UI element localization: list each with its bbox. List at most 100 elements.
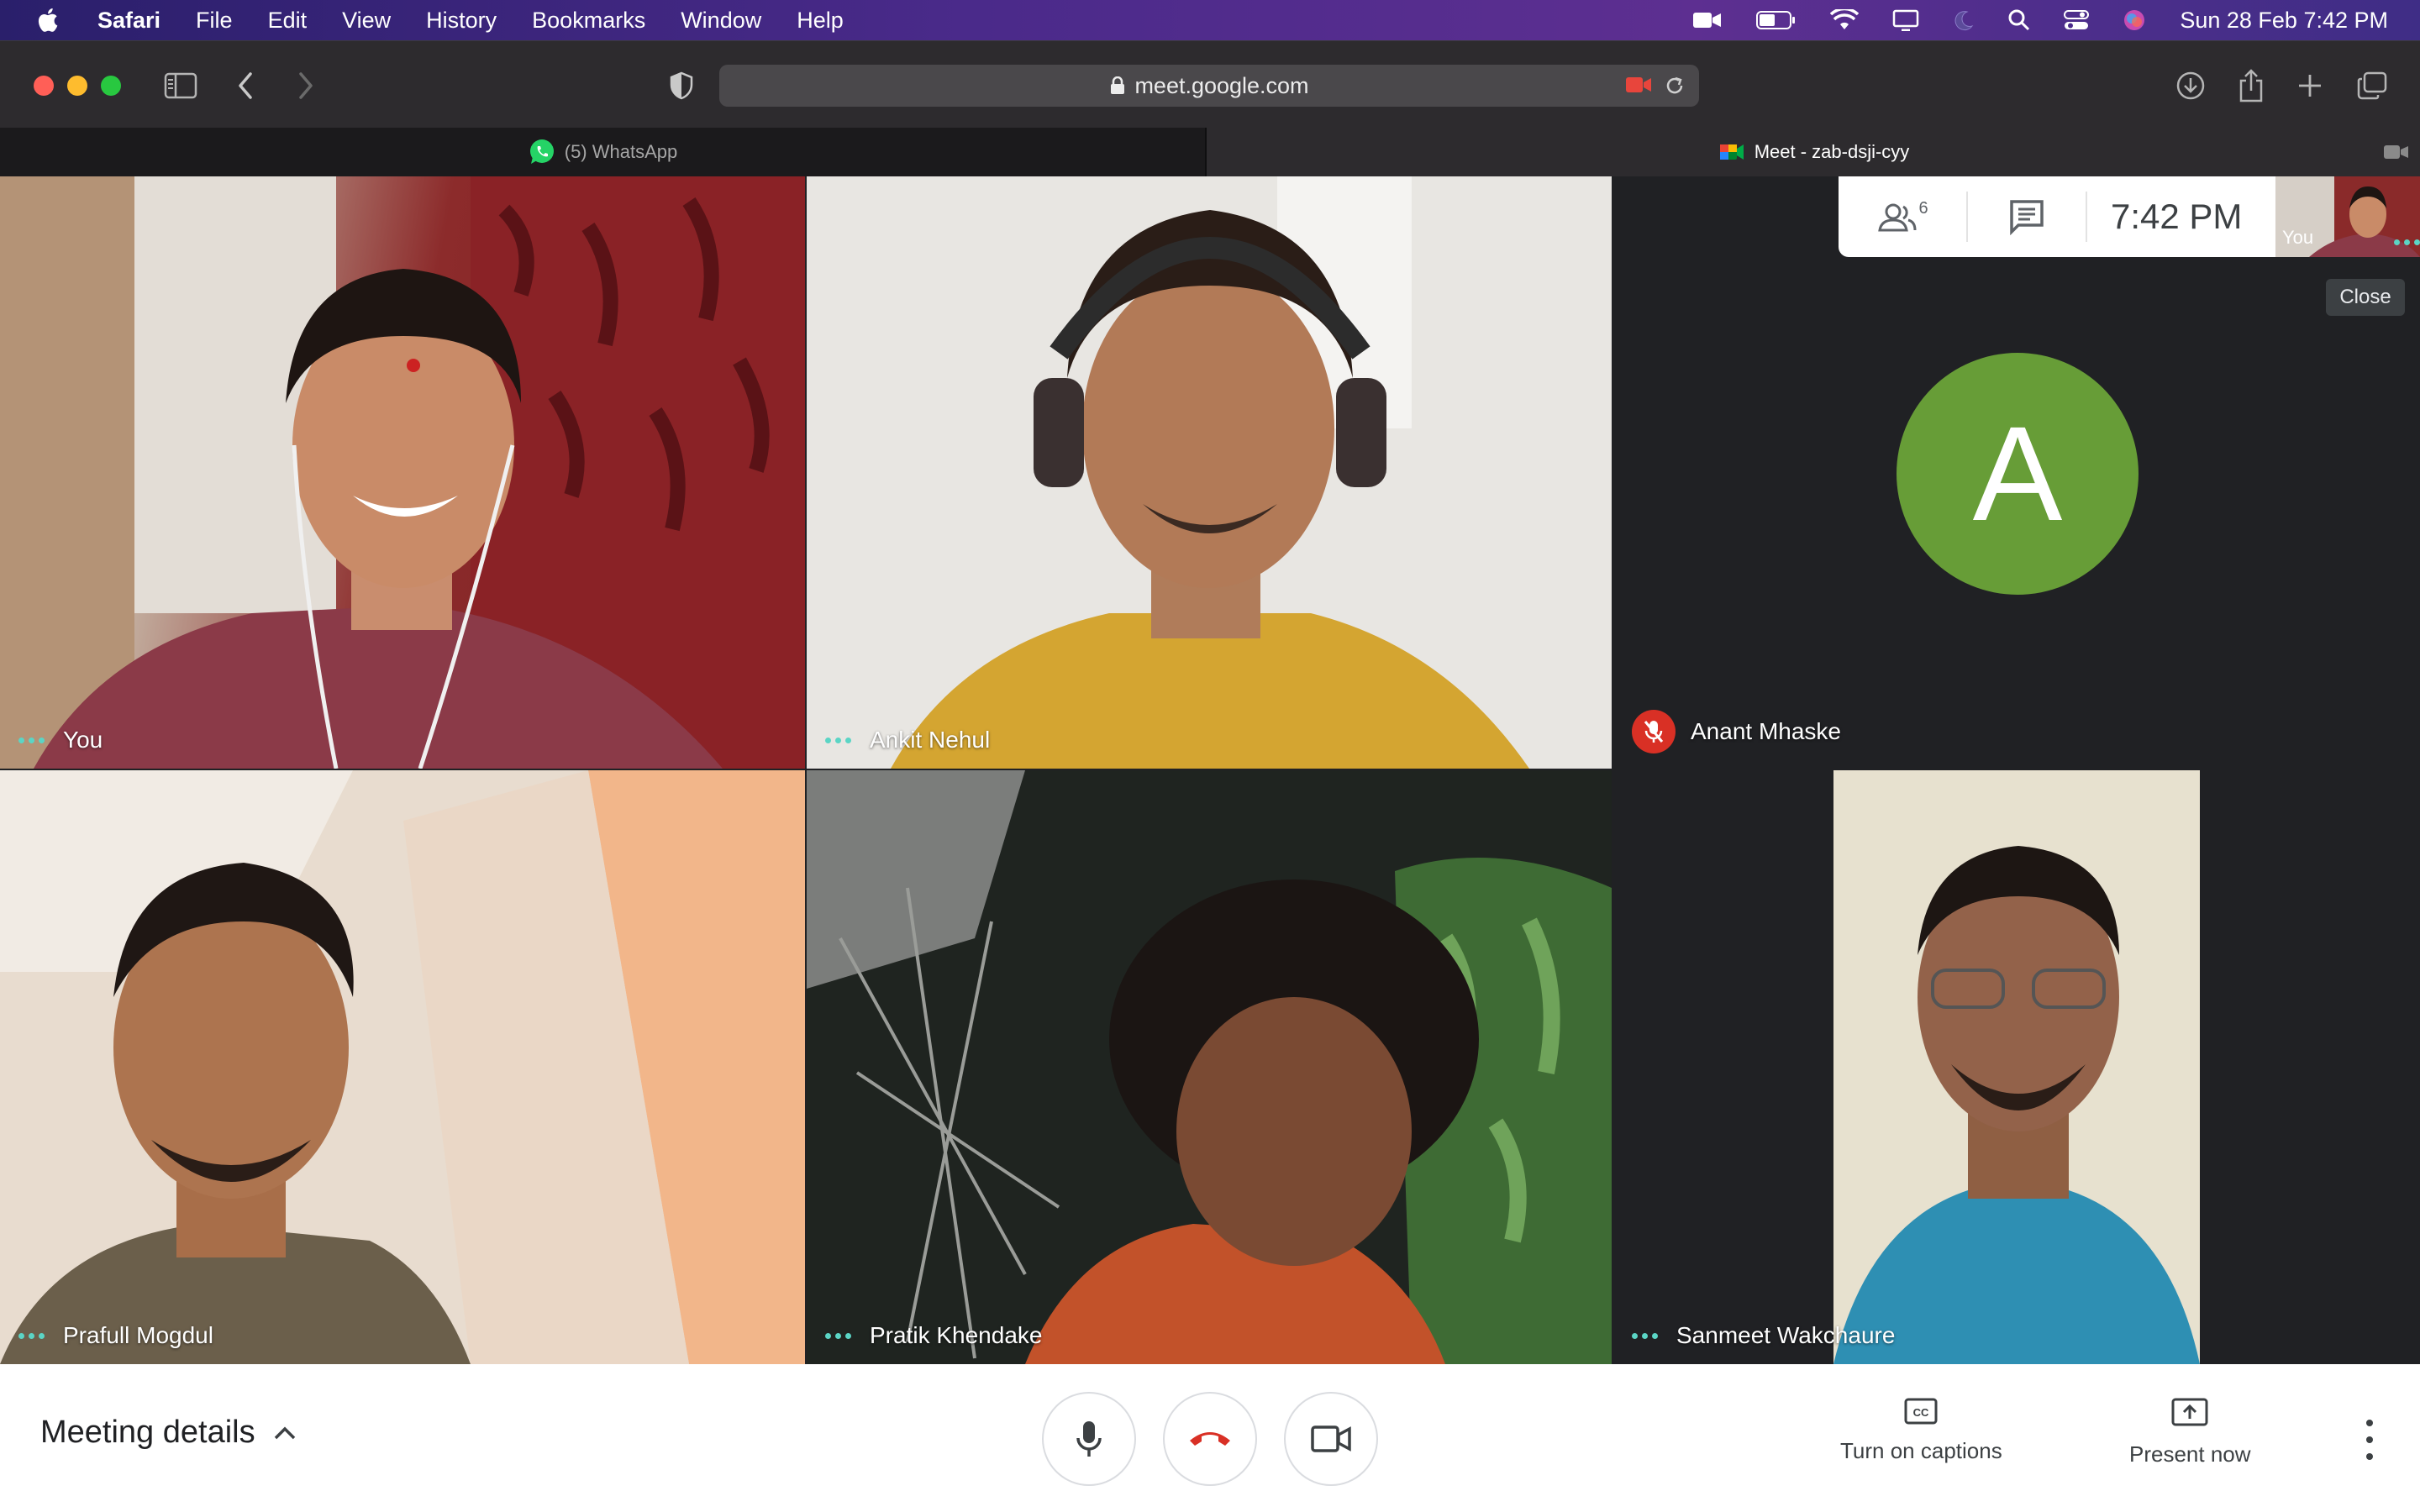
more-options-icon[interactable] (18, 1332, 45, 1339)
screen-mirror-icon[interactable] (1892, 9, 1919, 31)
menu-history[interactable]: History (426, 8, 497, 34)
participant-label: Pratik Khendake (825, 1322, 1042, 1349)
meeting-info-bar: 6 7:42 PM (1839, 176, 2275, 257)
reload-icon[interactable] (1664, 75, 1686, 97)
menu-view[interactable]: View (342, 8, 391, 34)
sidebar-toggle-icon[interactable] (161, 66, 200, 105)
close-self-view-button[interactable]: Close (2326, 279, 2405, 316)
present-screen-icon (2171, 1398, 2208, 1426)
menu-app-name[interactable]: Safari (97, 8, 160, 34)
more-options-icon[interactable] (18, 737, 45, 743)
microphone-button[interactable] (1042, 1392, 1136, 1486)
leave-call-button[interactable] (1163, 1392, 1257, 1486)
participant-name: Ankit Nehul (870, 727, 991, 753)
privacy-shield-icon[interactable] (662, 66, 701, 105)
more-vert-icon (2366, 1420, 2373, 1426)
control-center-icon[interactable] (2064, 9, 2090, 31)
camera-in-use-icon[interactable] (1625, 75, 1652, 95)
more-options-icon[interactable] (1632, 1332, 1658, 1339)
participant-name: Sanmeet Wakchaure (1676, 1322, 1896, 1348)
menu-help[interactable]: Help (797, 8, 844, 34)
window-close-button[interactable] (34, 76, 54, 96)
siri-icon[interactable] (2123, 8, 2146, 32)
self-view-label: You (2282, 227, 2314, 248)
participant-avatar: A (1897, 353, 2139, 595)
video-feed-prafull (0, 770, 805, 1364)
self-view-options-icon[interactable] (2394, 239, 2420, 245)
whatsapp-icon (529, 139, 554, 164)
participant-tile-sanmeet[interactable]: Sanmeet Wakchaure (1613, 770, 2420, 1364)
chat-button[interactable] (1968, 176, 2086, 257)
tab-meet-label: Meet - zab-dsji-cyy (1754, 141, 1910, 162)
camera-button[interactable] (1284, 1392, 1378, 1486)
wifi-icon[interactable] (1830, 9, 1860, 31)
participant-tile-you[interactable]: You (0, 176, 805, 769)
tab-bar: (5) WhatsApp Meet - zab-dsji-cyy (0, 128, 2420, 176)
video-feed-you (0, 176, 805, 769)
new-tab-icon[interactable] (2291, 66, 2329, 105)
chat-icon (2010, 200, 2044, 235)
back-icon[interactable] (227, 66, 266, 105)
svg-text:CC: CC (1913, 1406, 1929, 1419)
participant-name: Prafull Mogdul (63, 1322, 213, 1348)
window-minimize-button[interactable] (67, 76, 87, 96)
participant-name: Anant Mhaske (1691, 718, 1841, 744)
facetime-icon[interactable] (1692, 10, 1723, 30)
present-now-button[interactable]: Present now (2129, 1398, 2251, 1467)
battery-icon[interactable] (1756, 10, 1797, 30)
tab-camera-icon (2384, 145, 2408, 159)
search-icon[interactable] (2008, 9, 2030, 31)
mic-muted-icon (1632, 710, 1676, 753)
tab-google-meet[interactable]: Meet - zab-dsji-cyy (1207, 128, 2420, 176)
lock-icon (1111, 76, 1125, 94)
participant-label: Sanmeet Wakchaure (1632, 1322, 1895, 1349)
participant-name: You (63, 727, 103, 753)
captions-label: Turn on captions (1840, 1438, 2002, 1463)
participant-tile-pratik[interactable]: Pratik Khendake (807, 770, 1612, 1364)
tab-overview-icon[interactable] (2353, 66, 2391, 105)
address-bar[interactable]: meet.google.com (719, 65, 1699, 107)
meeting-details-button[interactable]: Meeting details (40, 1415, 297, 1451)
menu-bookmarks[interactable]: Bookmarks (532, 8, 645, 34)
moon-icon[interactable] (1953, 9, 1975, 31)
more-options-icon[interactable] (825, 737, 851, 743)
share-icon[interactable] (2232, 66, 2270, 105)
apple-logo-icon[interactable] (34, 5, 64, 35)
downloads-icon[interactable] (2171, 66, 2210, 105)
camera-icon (1311, 1425, 1351, 1452)
meeting-details-label: Meeting details (40, 1415, 255, 1450)
hang-up-icon (1190, 1432, 1230, 1446)
menu-window[interactable]: Window (681, 8, 761, 34)
menu-edit[interactable]: Edit (268, 8, 308, 34)
tab-whatsapp-label: (5) WhatsApp (564, 141, 678, 162)
self-view-thumbnail[interactable]: You (2275, 176, 2420, 257)
meet-stage: You Ankit Nehul Anant Mhaske A Prafull M… (0, 176, 2420, 1364)
menu-file[interactable]: File (196, 8, 233, 34)
video-feed-pratik (807, 770, 1612, 1364)
participant-label: Prafull Mogdul (18, 1322, 213, 1349)
participant-tile-ankit[interactable]: Ankit Nehul (807, 176, 1612, 769)
video-feed-ankit (807, 176, 1612, 769)
microphone-icon (1076, 1421, 1102, 1457)
more-options-button[interactable] (2353, 1420, 2386, 1460)
more-options-icon[interactable] (825, 1332, 851, 1339)
participant-label: Anant Mhaske (1632, 710, 1841, 753)
meeting-clock: 7:42 PM (2111, 197, 2243, 236)
forward-icon[interactable] (286, 66, 324, 105)
participants-button[interactable]: 6 (1839, 176, 1966, 257)
video-feed-sanmeet (1833, 770, 2200, 1364)
tab-whatsapp[interactable]: (5) WhatsApp (0, 128, 1207, 176)
participant-count: 6 (1918, 198, 1928, 218)
window-zoom-button[interactable] (101, 76, 121, 96)
participant-tile-prafull[interactable]: Prafull Mogdul (0, 770, 805, 1364)
menu-datetime[interactable]: Sun 28 Feb 7:42 PM (2180, 8, 2388, 34)
closed-captions-icon: CC (1904, 1398, 1938, 1425)
participant-label: You (18, 727, 103, 753)
google-meet-icon (1719, 144, 1744, 160)
participant-name: Pratik Khendake (870, 1322, 1043, 1348)
present-label: Present now (2129, 1441, 2251, 1467)
macos-menu-bar: Safari File Edit View History Bookmarks … (0, 0, 2420, 40)
browser-toolbar: meet.google.com (0, 40, 2420, 128)
url-text: meet.google.com (1134, 72, 1309, 98)
captions-button[interactable]: CC Turn on captions (1840, 1398, 2002, 1464)
